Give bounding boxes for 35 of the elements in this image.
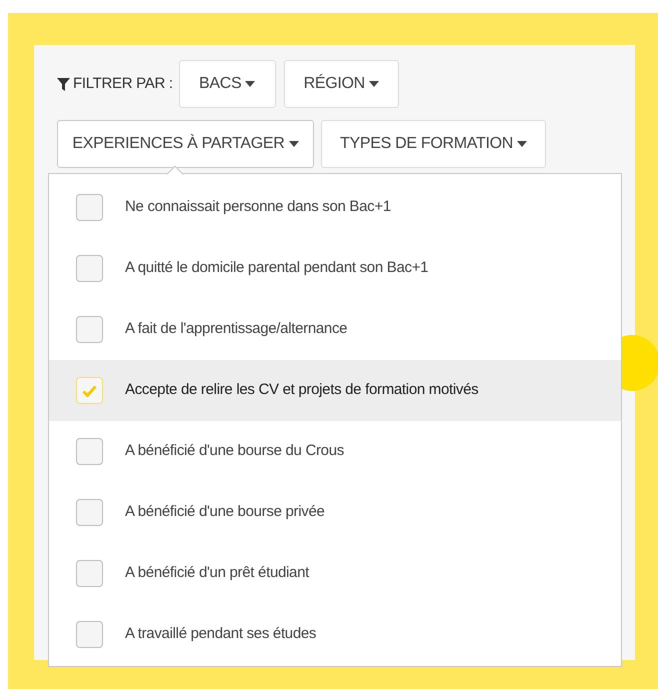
dropdown-option[interactable]: Ne connaissait personne dans son Bac+1 [49,177,621,238]
checkbox[interactable] [76,377,103,404]
checkmark-icon [82,384,97,396]
dropdown-option[interactable]: A bénéficié d'une bourse privée [49,482,621,543]
checkbox[interactable] [76,255,103,282]
checkbox[interactable] [76,499,103,526]
caret-icon [516,141,527,147]
dropdown-option[interactable]: A travaillé pendant ses études [49,604,621,665]
caret-icon [288,141,299,147]
option-label: A quitté le domicile parental pendant son Bac+1 [125,258,428,278]
dropdown-option[interactable]: A quitté le domicile parental pendant son Bac+1 [49,238,621,299]
dropdown-option[interactable]: A fait de l'apprentissage/alternance [49,299,621,360]
option-label: Ne connaissait personne dans son Bac+1 [125,197,391,218]
option-label: A travaillé pendant ses études [125,624,316,644]
checkbox[interactable] [76,621,103,648]
caret-icon [368,81,379,87]
option-label: A bénéficié d'une bourse du Crous [125,441,344,462]
filter-dropdown-button[interactable]: EXPERIENCES À PARTAGER [57,120,314,168]
caret-icon [245,81,256,87]
option-label: A bénéficié d'un prêt étudiant [125,563,310,584]
checkbox[interactable] [76,560,103,587]
option-label: A fait de l'apprentissage/alternance [125,319,348,340]
filter-dropdown-button[interactable]: TYPES DE FORMATION [321,120,546,168]
checkbox[interactable] [76,194,103,221]
filter-dropdown-button[interactable]: BACS [178,60,276,108]
dropdown-option[interactable]: A bénéficié d'une bourse du Crous [49,421,621,482]
dropdown-option[interactable]: A bénéficié d'un prêt étudiant [49,543,621,604]
dropdown-option[interactable]: Accepte de relire les CV et projets de formation motivés [49,360,621,421]
option-label: Accepte de relire les CV et projets de formation motivés [125,380,478,400]
checkbox[interactable] [76,438,103,465]
filter-icon [57,78,70,90]
checkbox[interactable] [76,316,103,343]
option-label: A bénéficié d'une bourse privée [125,502,325,522]
filter-label: FILTRER PAR : [73,74,173,94]
filter-dropdown-button[interactable]: RÉGION [284,60,399,108]
